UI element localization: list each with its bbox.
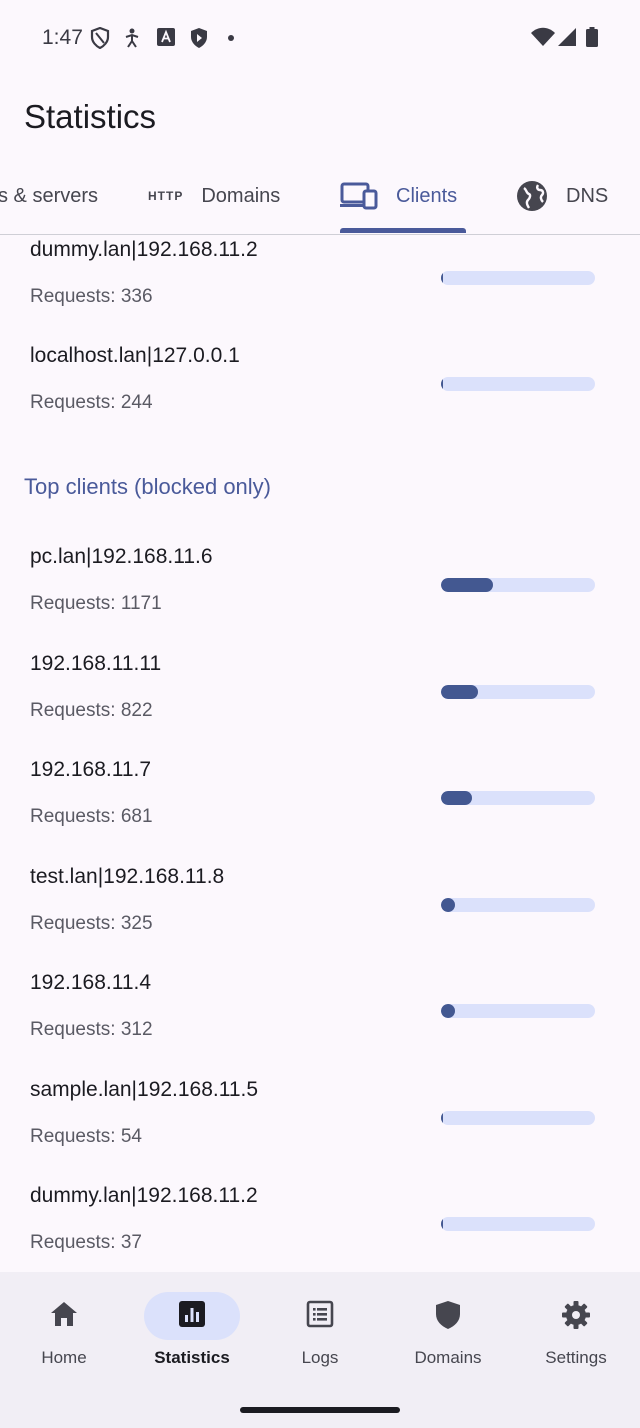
nav-home[interactable]: Home xyxy=(0,1272,128,1372)
progress-fill xyxy=(441,578,493,592)
list-item[interactable]: pc.lan|192.168.11.6 Requests: 1171 xyxy=(0,545,640,651)
client-name: 192.168.11.4 xyxy=(30,971,152,994)
nav-logs[interactable]: Logs xyxy=(256,1272,384,1372)
progress-bar xyxy=(441,578,595,592)
client-requests: Requests: 37 xyxy=(30,1232,142,1253)
client-requests: Requests: 336 xyxy=(30,286,153,307)
client-name: pc.lan|192.168.11.6 xyxy=(30,545,213,568)
client-name: dummy.lan|192.168.11.2 xyxy=(30,1184,258,1207)
tab-dns[interactable]: DNS xyxy=(516,158,608,234)
list-item[interactable]: test.lan|192.168.11.8 Requests: 325 xyxy=(0,865,640,971)
client-requests: Requests: 681 xyxy=(30,806,153,827)
logs-icon xyxy=(256,1300,384,1328)
progress-bar xyxy=(441,1111,595,1125)
gear-icon xyxy=(512,1300,640,1330)
client-name: sample.lan|192.168.11.5 xyxy=(30,1078,259,1101)
tab-bar: s & servers HTTP Domains Clients DNS xyxy=(0,158,640,235)
nav-label: Home xyxy=(41,1348,87,1367)
statistics-icon xyxy=(128,1300,256,1328)
list-item[interactable]: sample.lan|192.168.11.5 Requests: 54 xyxy=(0,1078,640,1184)
list-item[interactable]: 192.168.11.11 Requests: 822 xyxy=(0,652,640,758)
nav-label: Domains xyxy=(414,1348,482,1367)
progress-bar xyxy=(441,898,595,912)
progress-bar xyxy=(441,685,595,699)
shield-icon xyxy=(384,1300,512,1330)
progress-fill xyxy=(441,1111,443,1125)
list-item[interactable]: dummy.lan|192.168.11.2 Requests: 336 xyxy=(0,238,640,344)
section-title: Top clients (blocked only) xyxy=(24,474,272,499)
nav-domains[interactable]: Domains xyxy=(384,1272,512,1372)
client-requests: Requests: 822 xyxy=(30,700,153,721)
list-item[interactable]: localhost.lan|127.0.0.1 Requests: 244 xyxy=(0,344,640,450)
wifi-icon xyxy=(531,27,555,46)
home-indicator[interactable] xyxy=(240,1407,400,1413)
client-name: 192.168.11.7 xyxy=(30,758,152,781)
tab-label: Domains xyxy=(201,184,281,207)
client-requests: Requests: 325 xyxy=(30,913,153,934)
client-requests: Requests: 312 xyxy=(30,1019,153,1040)
devices-icon xyxy=(340,182,378,210)
client-name: 192.168.11.11 xyxy=(30,652,162,675)
client-name: dummy.lan|192.168.11.2 xyxy=(30,238,258,261)
progress-fill xyxy=(441,685,478,699)
status-bar: 1:47 xyxy=(0,0,640,78)
progress-fill xyxy=(441,1004,455,1018)
shield-play-status-icon xyxy=(191,28,207,48)
client-requests: Requests: 244 xyxy=(30,392,153,413)
progress-bar xyxy=(441,271,595,285)
clients-list[interactable]: dummy.lan|192.168.11.2 Requests: 336 loc… xyxy=(0,234,640,1272)
client-name: localhost.lan|127.0.0.1 xyxy=(30,344,240,367)
progress-fill xyxy=(441,377,443,391)
nav-statistics[interactable]: Statistics xyxy=(128,1272,256,1372)
http-icon: HTTP xyxy=(148,189,184,203)
nav-label: Logs xyxy=(301,1348,339,1367)
client-name: test.lan|192.168.11.8 xyxy=(30,865,225,888)
nav-label: Statistics xyxy=(154,1348,230,1367)
progress-fill xyxy=(441,898,455,912)
battery-icon xyxy=(586,27,598,47)
accessibility-status-icon xyxy=(125,28,139,48)
client-requests: Requests: 54 xyxy=(30,1126,142,1147)
progress-bar xyxy=(441,1217,595,1231)
tab-label: DNS xyxy=(566,184,609,207)
tab-active-indicator xyxy=(340,228,466,233)
shield-status-icon xyxy=(90,27,110,49)
tab-clients[interactable]: Clients xyxy=(340,158,457,234)
cellular-signal-icon xyxy=(558,28,576,46)
tab-label: Clients xyxy=(396,184,458,207)
font-status-icon xyxy=(157,28,175,46)
tab-label: s & servers xyxy=(0,184,99,207)
list-item[interactable]: 192.168.11.4 Requests: 312 xyxy=(0,971,640,1077)
progress-bar xyxy=(441,791,595,805)
globe-icon xyxy=(516,180,548,212)
nav-settings[interactable]: Settings xyxy=(512,1272,640,1372)
home-icon xyxy=(0,1300,128,1328)
progress-bar xyxy=(441,377,595,391)
status-time: 1:47 xyxy=(42,26,83,49)
progress-fill xyxy=(441,1217,443,1231)
dot-status-icon xyxy=(228,35,234,41)
progress-fill xyxy=(441,791,472,805)
tab-domains[interactable]: HTTP Domains xyxy=(148,158,280,234)
progress-bar xyxy=(441,1004,595,1018)
tab-queried-servers[interactable]: s & servers xyxy=(0,158,98,234)
bottom-navigation: Home Statistics Logs Domains Settings xyxy=(0,1272,640,1428)
nav-label: Settings xyxy=(545,1348,607,1367)
page-title: Statistics xyxy=(24,98,157,135)
list-item[interactable]: dummy.lan|192.168.11.2 Requests: 37 xyxy=(0,1184,640,1272)
list-item[interactable]: 192.168.11.7 Requests: 681 xyxy=(0,758,640,864)
client-requests: Requests: 1171 xyxy=(30,593,162,614)
progress-fill xyxy=(441,271,443,285)
